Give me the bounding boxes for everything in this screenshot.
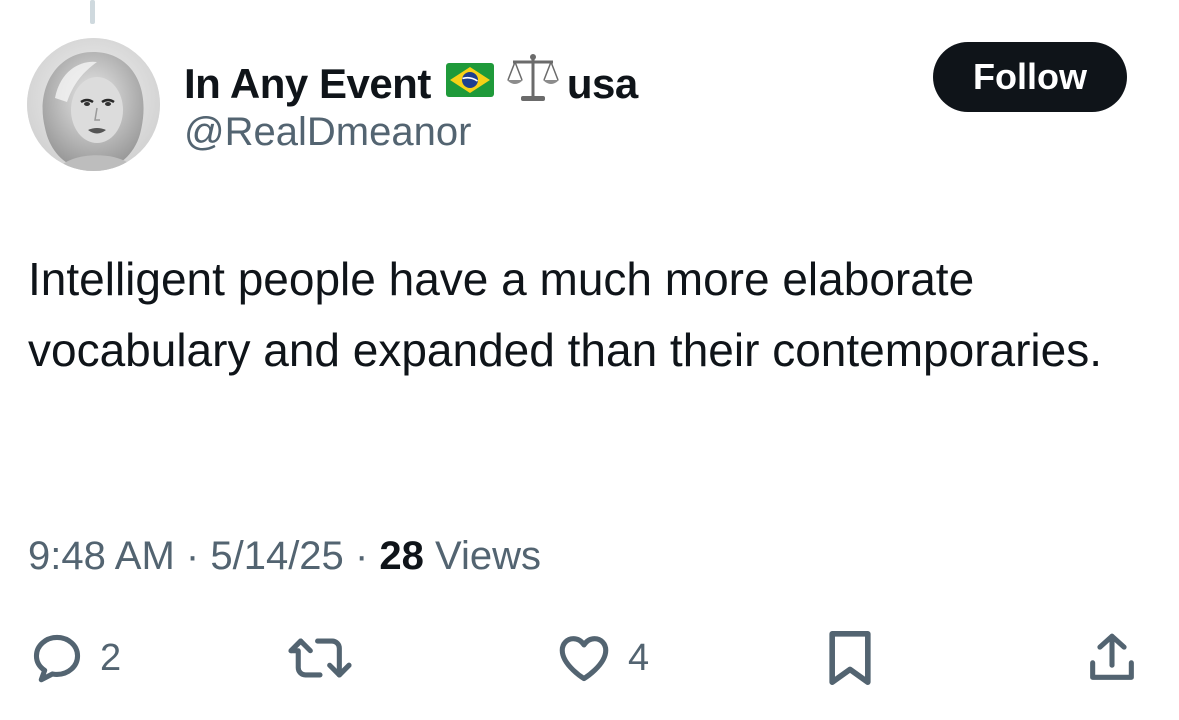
- share-button[interactable]: [1083, 626, 1141, 690]
- display-name-suffix: usa: [566, 60, 638, 107]
- tweet-time[interactable]: 9:48 AM: [28, 534, 175, 578]
- retweet-icon: [288, 638, 352, 678]
- meta-separator: ·: [185, 534, 200, 578]
- avatar-photo-icon: [27, 38, 160, 171]
- reply-icon: [33, 634, 81, 683]
- reply-button[interactable]: 2: [28, 626, 121, 690]
- display-name-text: In Any Event: [184, 60, 431, 107]
- like-button[interactable]: 4: [554, 626, 649, 690]
- meta-separator: ·: [354, 534, 369, 578]
- follow-button[interactable]: Follow: [933, 42, 1127, 112]
- avatar[interactable]: [27, 38, 160, 171]
- like-count: 4: [628, 636, 650, 679]
- author-handle[interactable]: @RealDmeanor: [184, 107, 471, 157]
- views-label: Views: [435, 534, 541, 578]
- thread-connector-line: [90, 0, 95, 24]
- bookmark-button[interactable]: [822, 626, 878, 690]
- share-icon: [1090, 633, 1134, 680]
- balance-scale-icon: [505, 52, 561, 116]
- tweet-text: Intelligent people have a much more elab…: [28, 253, 1103, 376]
- heart-icon: [559, 636, 609, 682]
- views-count: 28: [379, 534, 424, 578]
- brazil-flag-icon: [445, 58, 495, 110]
- tweet-metadata: 9:48 AM · 5/14/25 · 28 Views: [28, 530, 541, 582]
- reply-count: 2: [100, 636, 122, 679]
- tweet-date[interactable]: 5/14/25: [210, 534, 343, 578]
- bookmark-icon: [829, 631, 871, 685]
- retweet-button[interactable]: [285, 626, 369, 690]
